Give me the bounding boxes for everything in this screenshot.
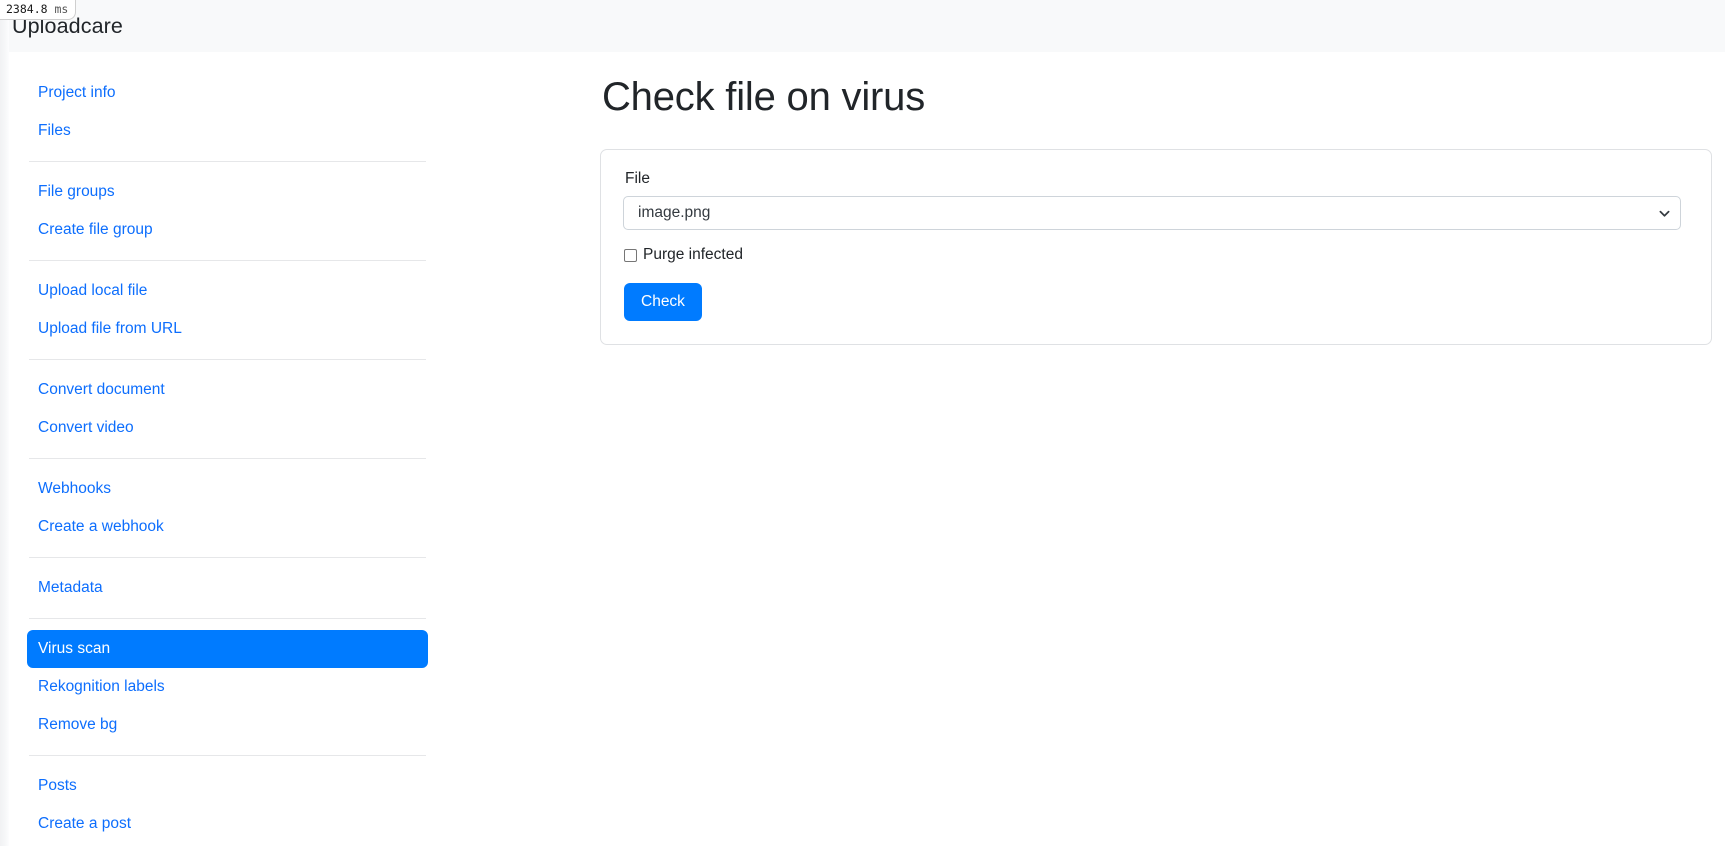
- sidebar-divider: [29, 458, 426, 459]
- sidebar-group: Upload local file Upload file from URL: [27, 272, 428, 348]
- page-scrollbar[interactable]: [0, 0, 9, 846]
- sidebar-item-remove-bg[interactable]: Remove bg: [27, 706, 428, 744]
- app-header: Uploadcare: [0, 0, 1725, 52]
- sidebar-item-metadata[interactable]: Metadata: [27, 569, 428, 607]
- performance-timing-badge: 2384.8 ms: [0, 0, 77, 20]
- sidebar-group: Convert document Convert video: [27, 371, 428, 447]
- sidebar-item-virus-scan[interactable]: Virus scan: [27, 630, 428, 668]
- perf-unit: ms: [54, 2, 69, 16]
- sidebar-group: Posts Create a post: [27, 767, 428, 843]
- sidebar-group: Project info Files: [27, 74, 428, 150]
- sidebar-group: File groups Create file group: [27, 173, 428, 249]
- sidebar-item-files[interactable]: Files: [27, 112, 428, 150]
- sidebar-divider: [29, 260, 426, 261]
- sidebar-item-upload-file-from-url[interactable]: Upload file from URL: [27, 310, 428, 348]
- sidebar-item-upload-local-file[interactable]: Upload local file: [27, 272, 428, 310]
- app-root: Uploadcare 2384.8 ms Project info Files Fi…: [0, 0, 1725, 846]
- sidebar-divider: [29, 359, 426, 360]
- sidebar-item-project-info[interactable]: Project info: [27, 74, 428, 112]
- file-select-wrapper: image.png: [623, 196, 1681, 230]
- sidebar-item-create-file-group[interactable]: Create file group: [27, 211, 428, 249]
- sidebar-divider: [29, 618, 426, 619]
- perf-value: 2384.8: [6, 2, 48, 16]
- sidebar-divider: [29, 557, 426, 558]
- sidebar-item-posts[interactable]: Posts: [27, 767, 428, 805]
- sidebar-item-create-a-post[interactable]: Create a post: [27, 805, 428, 843]
- sidebar-item-convert-video[interactable]: Convert video: [27, 409, 428, 447]
- sidebar-group: Webhooks Create a webhook: [27, 470, 428, 546]
- purge-infected-label[interactable]: Purge infected: [643, 245, 743, 265]
- file-select[interactable]: image.png: [623, 196, 1681, 230]
- virus-scan-form-card: File image.png Purge infected Check: [600, 149, 1712, 345]
- sidebar-item-create-a-webhook[interactable]: Create a webhook: [27, 508, 428, 546]
- sidebar-divider: [29, 755, 426, 756]
- sidebar-item-rekognition-labels[interactable]: Rekognition labels: [27, 668, 428, 706]
- sidebar-group: Metadata: [27, 569, 428, 607]
- purge-infected-row: Purge infected: [624, 245, 1689, 265]
- sidebar-group: Virus scan Rekognition labels Remove bg: [27, 630, 428, 744]
- purge-infected-checkbox[interactable]: [624, 248, 637, 262]
- sidebar-item-convert-document[interactable]: Convert document: [27, 371, 428, 409]
- file-field-label: File: [625, 170, 650, 187]
- sidebar-nav: Project info Files File groups Create file …: [9, 52, 446, 846]
- sidebar-item-file-groups[interactable]: File groups: [27, 173, 428, 211]
- sidebar-item-webhooks[interactable]: Webhooks: [27, 470, 428, 508]
- main-content: Check file on virus File image.png Purge…: [600, 52, 1715, 846]
- check-button[interactable]: Check: [624, 283, 702, 321]
- page-title: Check file on virus: [602, 75, 925, 119]
- sidebar-divider: [29, 161, 426, 162]
